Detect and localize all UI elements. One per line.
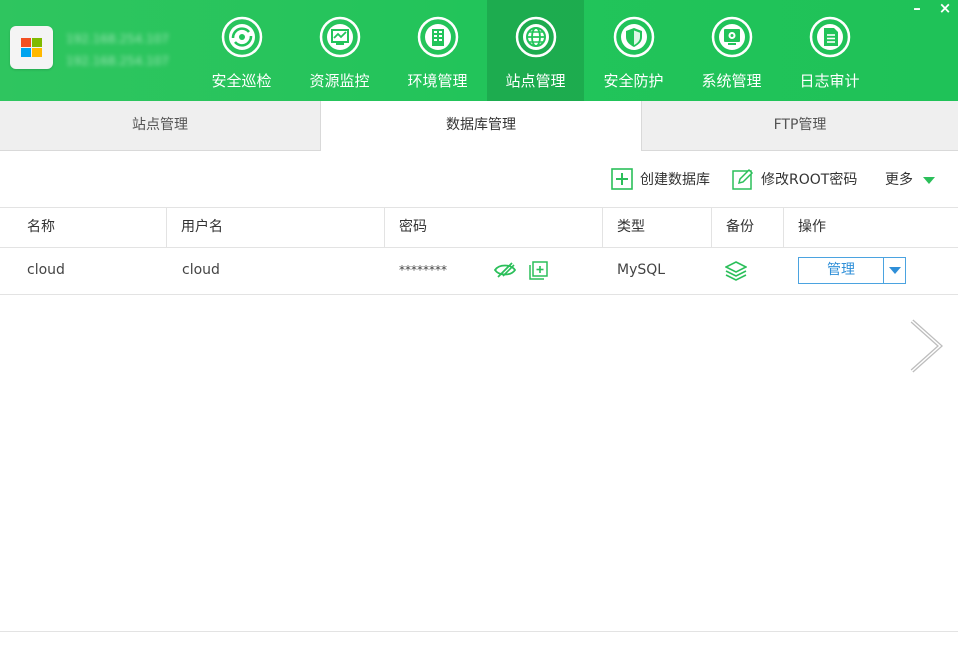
logo-quad-yellow bbox=[32, 48, 42, 57]
backup-layers-icon[interactable] bbox=[725, 261, 747, 281]
environment-icon bbox=[417, 16, 459, 58]
sub-tab-bar: 站点管理 数据库管理 FTP管理 bbox=[0, 101, 958, 151]
cell-password: ******** bbox=[399, 263, 447, 277]
close-button[interactable]: × bbox=[934, 0, 956, 18]
cell-type: MySQL bbox=[617, 262, 666, 278]
create-database-label: 创建数据库 bbox=[640, 172, 710, 188]
top-header: 192.168.254.107 192.168.254.107 安全巡检 资源监… bbox=[0, 0, 958, 101]
shield-icon bbox=[613, 16, 655, 58]
logo-quad-green bbox=[32, 38, 42, 47]
nav-label: 系统管理 bbox=[701, 72, 762, 90]
caret-down-icon bbox=[923, 177, 935, 184]
tab-site-management[interactable]: 站点管理 bbox=[0, 101, 320, 149]
column-header-username: 用户名 bbox=[168, 208, 385, 247]
column-header-action: 操作 bbox=[798, 219, 826, 235]
tab-database-management[interactable]: 数据库管理 bbox=[320, 101, 642, 151]
copy-password-icon[interactable] bbox=[529, 261, 548, 280]
manage-split-button: 管理 bbox=[798, 257, 906, 284]
column-header-password: 密码 bbox=[386, 208, 603, 247]
globe-icon bbox=[515, 16, 557, 58]
system-settings-icon bbox=[711, 16, 753, 58]
create-database-button[interactable]: 创建数据库 bbox=[611, 168, 717, 192]
nav-environment[interactable]: 环境管理 bbox=[389, 0, 486, 101]
tab-ftp-management[interactable]: FTP管理 bbox=[642, 101, 958, 149]
caret-down-icon bbox=[889, 267, 901, 274]
minimize-button[interactable]: – bbox=[906, 0, 928, 18]
windows-logo-icon bbox=[10, 26, 53, 69]
modify-root-password-label: 修改ROOT密码 bbox=[761, 172, 858, 188]
column-header-backup: 备份 bbox=[713, 208, 784, 247]
cell-username: cloud bbox=[182, 262, 220, 278]
log-document-icon bbox=[809, 16, 851, 58]
cell-name: cloud bbox=[27, 262, 65, 278]
table-header: 名称 用户名 密码 类型 备份 操作 bbox=[0, 207, 958, 248]
hide-password-icon[interactable] bbox=[494, 261, 516, 279]
nav-security-protection[interactable]: 安全防护 bbox=[585, 0, 682, 101]
plus-box-icon bbox=[611, 168, 633, 190]
nav-system-management[interactable]: 系统管理 bbox=[683, 0, 780, 101]
nav-label: 站点管理 bbox=[505, 72, 566, 90]
logo-quad-blue bbox=[21, 48, 31, 57]
nav-label: 环境管理 bbox=[407, 72, 468, 90]
nav-log-audit[interactable]: 日志审计 bbox=[781, 0, 878, 101]
nav-site-management[interactable]: 站点管理 bbox=[487, 0, 584, 101]
table-row[interactable]: cloud cloud ******** MySQL 管理 bbox=[0, 247, 958, 295]
nav-label: 安全巡检 bbox=[211, 72, 272, 90]
more-dropdown[interactable]: 更多 bbox=[885, 168, 940, 192]
manage-button[interactable]: 管理 bbox=[799, 258, 883, 283]
nav-label: 资源监控 bbox=[309, 72, 370, 90]
logo-quad-red bbox=[21, 38, 31, 47]
security-scan-icon bbox=[221, 16, 263, 58]
manage-dropdown-toggle[interactable] bbox=[883, 258, 906, 283]
server-host-line-1: 192.168.254.107 bbox=[66, 32, 170, 46]
nav-label: 日志审计 bbox=[799, 72, 860, 90]
resource-monitor-icon bbox=[319, 16, 361, 58]
modify-root-password-button[interactable]: 修改ROOT密码 bbox=[732, 168, 866, 192]
server-host-line-2: 192.168.254.107 bbox=[66, 54, 170, 68]
nav-security-scan[interactable]: 安全巡检 bbox=[193, 0, 290, 101]
next-page-arrow-icon[interactable] bbox=[908, 318, 944, 374]
column-header-type: 类型 bbox=[604, 208, 712, 247]
bottom-divider bbox=[0, 631, 958, 632]
nav-resource-monitor[interactable]: 资源监控 bbox=[291, 0, 388, 101]
edit-pencil-icon bbox=[732, 168, 754, 190]
column-header-name: 名称 bbox=[14, 208, 167, 247]
more-label: 更多 bbox=[885, 172, 913, 188]
nav-label: 安全防护 bbox=[603, 72, 664, 90]
